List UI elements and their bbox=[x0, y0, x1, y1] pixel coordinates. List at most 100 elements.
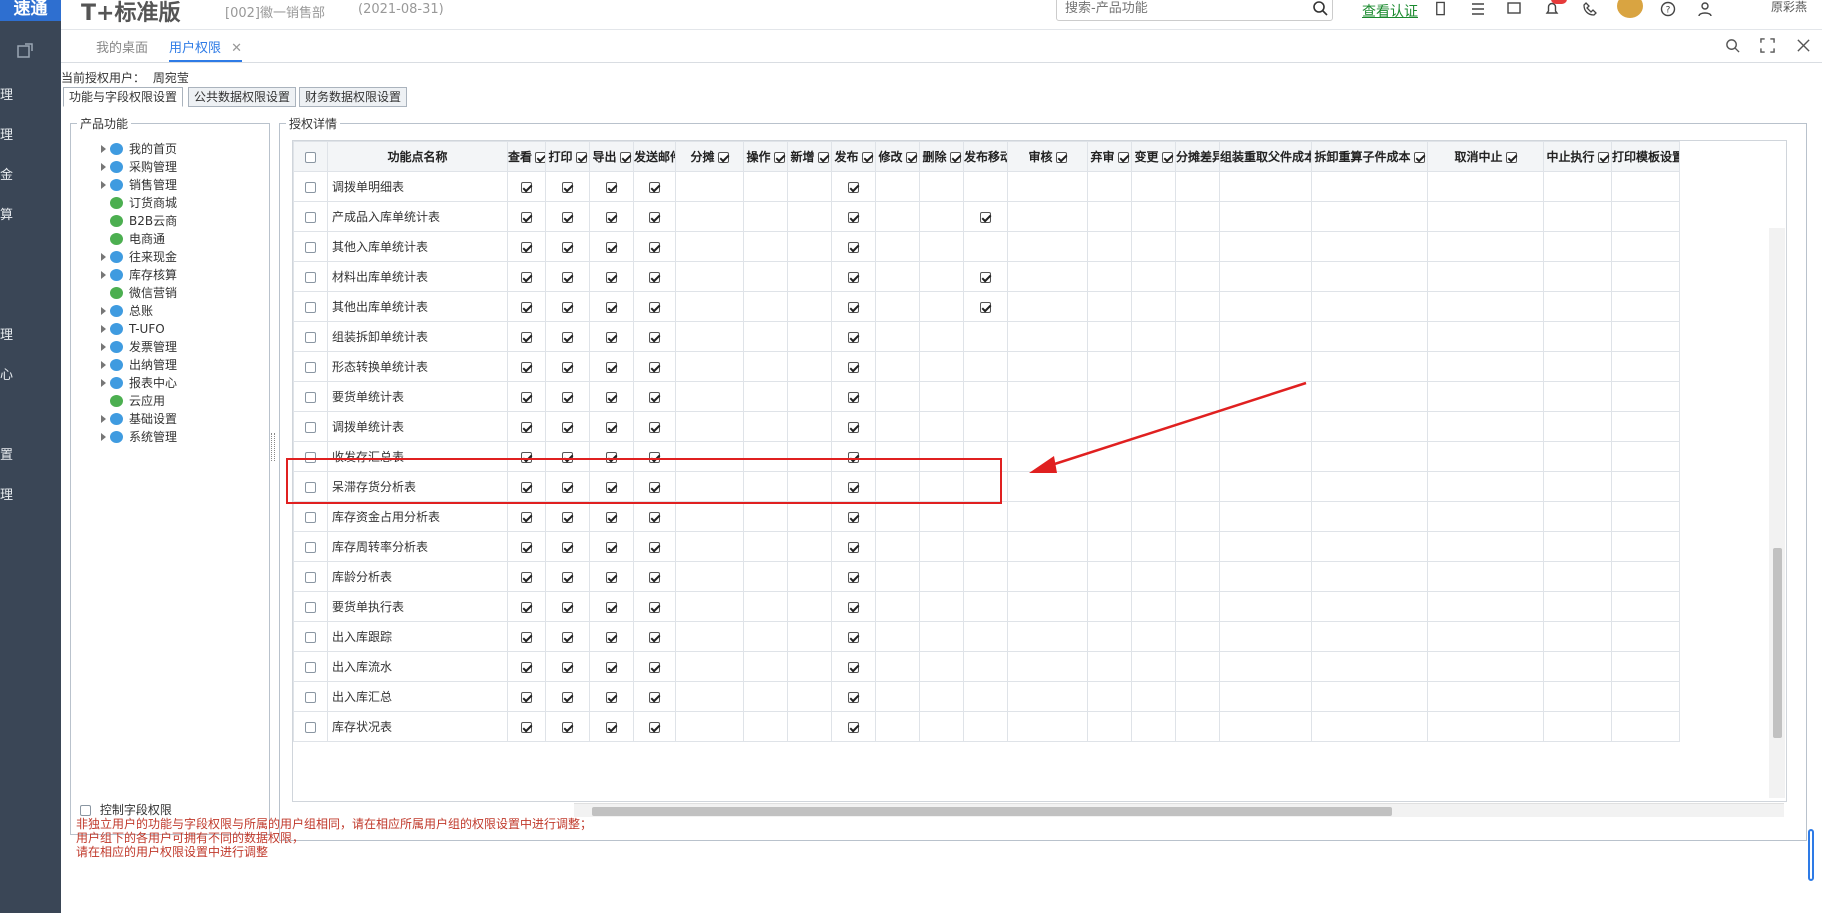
permission-checkbox[interactable] bbox=[980, 271, 991, 283]
permission-cell[interactable] bbox=[633, 471, 676, 502]
row-select-checkbox[interactable] bbox=[305, 661, 316, 673]
permission-cell[interactable] bbox=[633, 681, 676, 712]
permission-cell[interactable] bbox=[1543, 171, 1612, 202]
permission-cell[interactable] bbox=[1219, 711, 1312, 742]
permission-cell[interactable] bbox=[787, 651, 832, 682]
permission-cell[interactable] bbox=[1131, 321, 1176, 352]
permission-checkbox[interactable] bbox=[521, 271, 532, 283]
permission-checkbox[interactable] bbox=[606, 361, 617, 373]
permission-cell[interactable] bbox=[507, 501, 546, 532]
permission-cell[interactable] bbox=[963, 351, 1008, 382]
permission-cell[interactable] bbox=[1219, 591, 1312, 622]
permission-checkbox[interactable] bbox=[562, 601, 573, 613]
permission-cell[interactable] bbox=[1131, 411, 1176, 442]
permission-cell[interactable] bbox=[875, 471, 920, 502]
permission-cell[interactable] bbox=[1611, 531, 1680, 562]
permission-cell[interactable] bbox=[1611, 171, 1680, 202]
row-select-checkbox[interactable] bbox=[305, 271, 316, 283]
permission-cell[interactable] bbox=[743, 651, 788, 682]
permission-checkbox[interactable] bbox=[562, 391, 573, 403]
permission-cell[interactable] bbox=[1311, 441, 1428, 472]
permission-cell[interactable] bbox=[1611, 561, 1680, 592]
permission-cell[interactable] bbox=[675, 231, 744, 262]
permission-checkbox[interactable] bbox=[848, 721, 859, 733]
message-icon[interactable] bbox=[1506, 1, 1522, 17]
search-icon[interactable] bbox=[1725, 38, 1740, 53]
permission-cell[interactable] bbox=[787, 231, 832, 262]
permission-cell[interactable] bbox=[675, 621, 744, 652]
permission-cell[interactable] bbox=[589, 411, 634, 442]
permission-cell[interactable] bbox=[589, 681, 634, 712]
vertical-slider[interactable] bbox=[1808, 829, 1814, 881]
permission-cell[interactable] bbox=[1007, 591, 1088, 622]
permission-cell[interactable] bbox=[831, 441, 876, 472]
permission-cell[interactable] bbox=[589, 591, 634, 622]
permission-checkbox[interactable] bbox=[848, 181, 859, 193]
permission-cell[interactable] bbox=[545, 261, 590, 292]
expand-arrow-icon[interactable] bbox=[101, 379, 106, 387]
tab-public-data-permission[interactable]: 公共数据权限设置 bbox=[188, 87, 297, 107]
permission-checkbox[interactable] bbox=[848, 571, 859, 583]
vertical-scrollbar[interactable] bbox=[1769, 228, 1785, 798]
column-header[interactable]: 新增 bbox=[787, 141, 832, 172]
permission-cell[interactable] bbox=[633, 711, 676, 742]
permission-cell[interactable] bbox=[1175, 501, 1220, 532]
permission-checkbox[interactable] bbox=[521, 721, 532, 733]
permission-cell[interactable] bbox=[1007, 381, 1088, 412]
vertical-scrollbar-thumb[interactable] bbox=[1773, 548, 1782, 738]
certification-link[interactable]: 查看认证 bbox=[1362, 1, 1418, 21]
permission-cell[interactable] bbox=[1219, 351, 1312, 382]
permission-cell[interactable] bbox=[1427, 501, 1544, 532]
permission-cell[interactable] bbox=[1007, 561, 1088, 592]
permission-checkbox[interactable] bbox=[848, 511, 859, 523]
permission-cell[interactable] bbox=[1427, 561, 1544, 592]
permission-cell[interactable] bbox=[787, 711, 832, 742]
left-nav-item[interactable]: 心 bbox=[0, 364, 13, 383]
row-select-checkbox[interactable] bbox=[305, 481, 316, 493]
permission-cell[interactable] bbox=[589, 321, 634, 352]
permission-cell[interactable] bbox=[1007, 621, 1088, 652]
permission-cell[interactable] bbox=[919, 381, 964, 412]
column-header[interactable]: 打印 bbox=[545, 141, 590, 172]
permission-cell[interactable] bbox=[875, 681, 920, 712]
permission-cell[interactable] bbox=[507, 261, 546, 292]
permission-cell[interactable] bbox=[743, 531, 788, 562]
column-select-checkbox[interactable] bbox=[1505, 152, 1517, 163]
permission-cell[interactable] bbox=[675, 171, 744, 202]
permission-cell[interactable] bbox=[787, 681, 832, 712]
permission-cell[interactable] bbox=[1087, 321, 1132, 352]
permission-cell[interactable] bbox=[545, 501, 590, 532]
row-select-cell[interactable] bbox=[293, 621, 328, 652]
row-select-checkbox[interactable] bbox=[305, 601, 316, 613]
permission-cell[interactable] bbox=[633, 351, 676, 382]
row-select-cell[interactable] bbox=[293, 681, 328, 712]
permission-cell[interactable] bbox=[831, 711, 876, 742]
permission-cell[interactable] bbox=[1543, 651, 1612, 682]
permission-cell[interactable] bbox=[1131, 651, 1176, 682]
permission-cell[interactable] bbox=[875, 231, 920, 262]
permission-cell[interactable] bbox=[743, 201, 788, 232]
column-header[interactable]: 变更 bbox=[1131, 141, 1176, 172]
permission-checkbox[interactable] bbox=[521, 361, 532, 373]
permission-cell[interactable] bbox=[963, 501, 1008, 532]
permission-cell[interactable] bbox=[1175, 231, 1220, 262]
tab-user-permissions[interactable]: 用户权限 ✕ bbox=[169, 36, 243, 62]
permission-cell[interactable] bbox=[1543, 351, 1612, 382]
permission-checkbox[interactable] bbox=[606, 571, 617, 583]
permission-cell[interactable] bbox=[963, 231, 1008, 262]
permission-cell[interactable] bbox=[1131, 471, 1176, 502]
table-row[interactable]: 其他出库单统计表 bbox=[293, 291, 1762, 322]
column-select-checkbox[interactable] bbox=[1161, 152, 1173, 163]
permission-cell[interactable] bbox=[1175, 681, 1220, 712]
permission-cell[interactable] bbox=[589, 711, 634, 742]
permission-cell[interactable] bbox=[545, 351, 590, 382]
column-select-checkbox[interactable] bbox=[773, 152, 785, 163]
permission-cell[interactable] bbox=[743, 471, 788, 502]
permission-checkbox[interactable] bbox=[562, 421, 573, 433]
permission-cell[interactable] bbox=[919, 591, 964, 622]
table-row[interactable]: 出入库跟踪 bbox=[293, 621, 1762, 652]
permission-cell[interactable] bbox=[633, 561, 676, 592]
row-select-checkbox[interactable] bbox=[305, 721, 316, 733]
permission-cell[interactable] bbox=[875, 531, 920, 562]
permission-cell[interactable] bbox=[633, 501, 676, 532]
